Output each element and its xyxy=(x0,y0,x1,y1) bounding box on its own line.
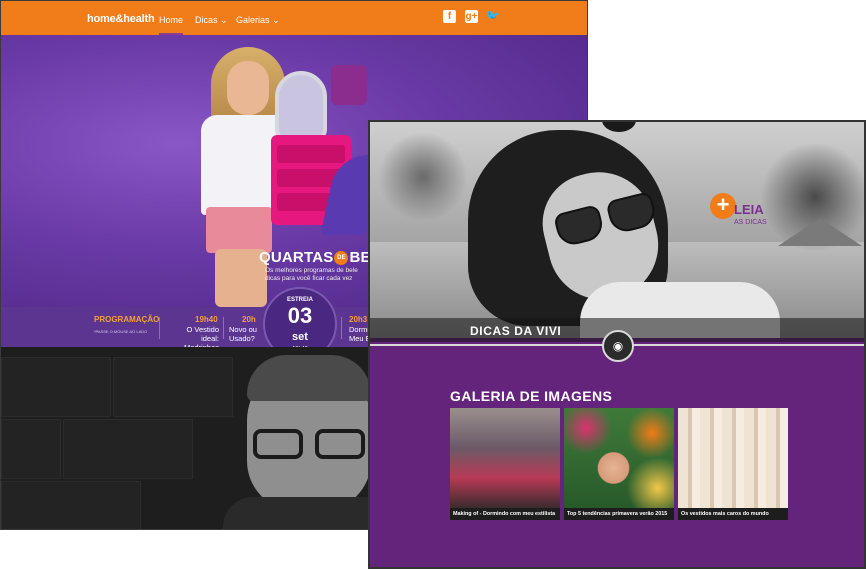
slot-1-time: 19h40 xyxy=(195,315,218,324)
brick xyxy=(1,481,141,529)
dicas-photo[interactable]: + LEIA AS DICAS xyxy=(370,122,864,338)
estreia-day: 03 xyxy=(287,303,313,328)
gallery-image xyxy=(678,408,788,508)
hero-tagline: Os melhores programas de bele dicas para… xyxy=(265,267,358,282)
galeria-title: GALERIA DE IMAGENS xyxy=(450,388,613,404)
divider xyxy=(159,317,160,339)
brand-prefix: QUARTAS xyxy=(259,249,334,266)
as-dicas-label[interactable]: AS DICAS xyxy=(734,219,767,226)
palm-tree xyxy=(378,132,468,222)
leia-label[interactable]: LEIA xyxy=(734,202,764,217)
google-plus-icon[interactable]: g+ xyxy=(465,10,478,23)
brick xyxy=(63,419,193,479)
model-face xyxy=(227,61,269,115)
brick xyxy=(1,357,111,417)
brick xyxy=(1,419,61,479)
dicas-da-vivi-label[interactable]: DICAS DA VIVI xyxy=(470,324,561,338)
gallery-thumb-3[interactable]: Os vestidos mais caros do mundo xyxy=(678,408,788,520)
notch xyxy=(602,122,636,132)
divider xyxy=(341,317,342,339)
twitter-icon[interactable]: 🐦 xyxy=(486,10,500,23)
host-hair xyxy=(247,355,371,401)
brick xyxy=(113,357,233,417)
nav-home[interactable]: Home xyxy=(159,15,184,35)
site-logo[interactable]: home&health xyxy=(87,13,155,25)
lips-icon[interactable]: ◉ xyxy=(602,330,634,362)
nav-galerias[interactable]: Galerias ⌄ xyxy=(236,15,280,26)
divider xyxy=(223,317,224,339)
bag-prop xyxy=(331,65,367,105)
host-glasses xyxy=(253,429,367,461)
slot-3-time: 20h3 xyxy=(349,315,368,324)
nav-dicas[interactable]: Dicas ⌄ xyxy=(195,15,228,26)
estreia-month: set xyxy=(292,331,308,343)
plus-icon[interactable]: + xyxy=(710,193,736,219)
drawer xyxy=(277,145,345,163)
gallery-caption: Top 5 tendências primavera verão 2015 xyxy=(564,508,674,520)
slot-2-time: 20h xyxy=(242,315,256,324)
programacao-hint: *PASSE O MOUSE AO LADO xyxy=(94,329,148,334)
lens xyxy=(253,429,303,459)
brand-de-badge: DE xyxy=(334,251,349,266)
top-nav-bar: home&health Home Dicas ⌄ Galerias ⌄ f g+… xyxy=(1,1,587,35)
front-window: + LEIA AS DICAS DICAS DA VIVI ◉ GALERIA … xyxy=(368,120,866,569)
program-brand: QUARTAS DE BE xyxy=(259,249,371,266)
gallery-thumb-2[interactable]: Top 5 tendências primavera verão 2015 xyxy=(564,408,674,520)
lens xyxy=(315,429,365,459)
programacao-title: PROGRAMAÇÃO xyxy=(94,315,160,324)
mirror-prop xyxy=(275,71,327,143)
gallery-thumb-1[interactable]: Making of - Dormindo com meu estilista xyxy=(450,408,560,520)
gallery-image xyxy=(450,408,560,508)
gallery-image xyxy=(564,408,674,508)
facebook-icon[interactable]: f xyxy=(443,10,456,23)
model-shorts xyxy=(206,207,272,253)
gallery-caption: Making of - Dormindo com meu estilista xyxy=(450,508,560,520)
gallery-caption: Os vestidos mais caros do mundo xyxy=(678,508,788,520)
